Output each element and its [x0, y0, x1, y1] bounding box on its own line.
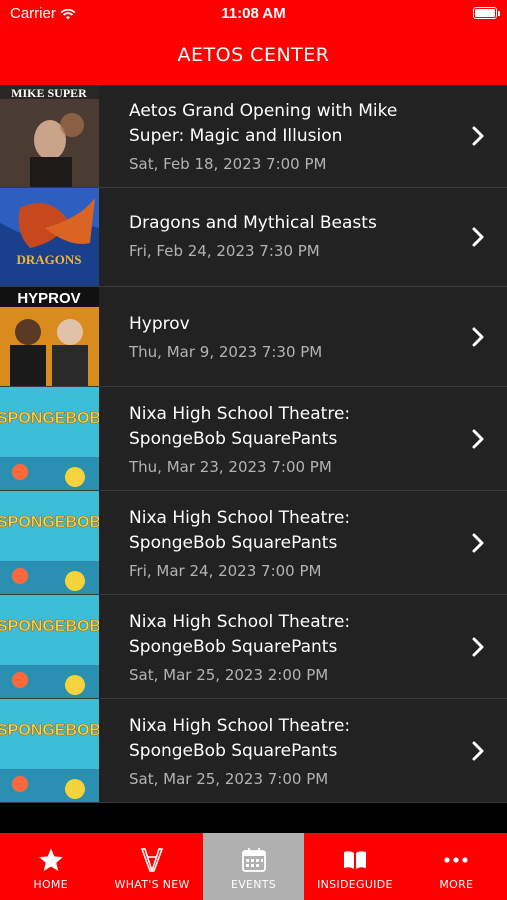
event-date: Sat, Feb 18, 2023 7:00 PM — [129, 155, 327, 173]
event-title: Aetos Grand Opening with Mike Super: Mag… — [129, 101, 398, 146]
page-title: AETOS CENTER — [177, 44, 330, 66]
star-icon — [38, 848, 63, 871]
tab-label: WHAT'S NEW — [114, 878, 190, 891]
event-thumbnail: SPONGEBOB — [0, 699, 99, 802]
logo-icon — [140, 848, 164, 872]
chevron-right-icon — [472, 126, 484, 146]
event-title: Hyprov — [129, 314, 190, 334]
battery-icon — [473, 7, 500, 19]
tab-home[interactable]: HOME — [0, 833, 101, 900]
event-thumbnail: DRAGONS — [0, 188, 99, 286]
event-title: Dragons and Mythical Beasts — [129, 213, 377, 233]
chevron-right-icon — [472, 227, 484, 247]
tab-whats-new[interactable]: WHAT'S NEW — [101, 833, 202, 900]
chevron-right-icon — [472, 741, 484, 760]
chevron-right-icon — [472, 429, 484, 448]
book-icon — [343, 851, 366, 869]
event-title: Nixa High School Theatre: SpongeBob Squa… — [129, 404, 351, 449]
tab-more[interactable]: MORE — [406, 833, 507, 900]
svg-text:SPONGEBOB: SPONGEBOB — [0, 618, 99, 635]
event-row[interactable]: HYPROV Hyprov Thu, Mar 9, 2023 7:30 PM — [0, 287, 507, 387]
more-dots-icon — [444, 857, 468, 863]
event-date: Fri, Mar 24, 2023 7:00 PM — [129, 562, 322, 580]
event-date: Sat, Mar 25, 2023 2:00 PM — [129, 666, 329, 684]
event-thumbnail: SPONGEBOB — [0, 595, 99, 698]
tab-label: INSIDEGUIDE — [317, 878, 393, 891]
event-thumbnail: MIKE SUPER — [0, 85, 99, 187]
event-row[interactable]: SPONGEBOB Nixa High School Theatre: Spon… — [0, 595, 507, 699]
svg-text:MIKE SUPER: MIKE SUPER — [11, 86, 87, 100]
svg-text:SPONGEBOB: SPONGEBOB — [0, 722, 99, 739]
event-title: Nixa High School Theatre: SpongeBob Squa… — [129, 508, 351, 553]
svg-text:DRAGONS: DRAGONS — [16, 252, 81, 267]
tab-insideguide[interactable]: INSIDEGUIDE — [304, 833, 405, 900]
event-date: Thu, Mar 23, 2023 7:00 PM — [129, 458, 332, 476]
clock: 11:08 AM — [221, 5, 286, 22]
event-row[interactable]: SPONGEBOB Nixa High School Theatre: Spon… — [0, 387, 507, 491]
chevron-right-icon — [472, 533, 484, 552]
svg-text:SPONGEBOB: SPONGEBOB — [0, 514, 99, 531]
tab-bar: HOME WHAT'S NEW EVENTS INSIDEGUIDE MORE — [0, 833, 507, 900]
chevron-right-icon — [472, 327, 484, 346]
event-list[interactable]: MIKE SUPER Aetos Grand Opening with Mike… — [0, 85, 507, 803]
tab-label: MORE — [439, 878, 474, 891]
event-title: Nixa High School Theatre: SpongeBob Squa… — [129, 716, 351, 761]
event-date: Fri, Feb 24, 2023 7:30 PM — [129, 242, 320, 260]
event-row[interactable]: SPONGEBOB Nixa High School Theatre: Spon… — [0, 491, 507, 595]
status-bar: Carrier 11:08 AM — [0, 0, 507, 30]
event-title: Nixa High School Theatre: SpongeBob Squa… — [129, 612, 351, 657]
calendar-icon — [241, 848, 266, 872]
event-thumbnail: SPONGEBOB — [0, 491, 99, 594]
tab-label: EVENTS — [230, 878, 277, 891]
svg-text:HYPROV: HYPROV — [17, 290, 80, 307]
event-date: Sat, Mar 25, 2023 7:00 PM — [129, 770, 329, 788]
event-row[interactable]: DRAGONS Dragons and Mythical Beasts Fri,… — [0, 188, 507, 287]
event-date: Thu, Mar 9, 2023 7:30 PM — [129, 343, 323, 361]
event-row[interactable]: MIKE SUPER Aetos Grand Opening with Mike… — [0, 85, 507, 188]
navigation-bar: AETOS CENTER — [0, 30, 507, 85]
event-thumbnail: HYPROV — [0, 287, 99, 386]
event-row[interactable]: SPONGEBOB Nixa High School Theatre: Spon… — [0, 699, 507, 803]
tab-label: HOME — [33, 878, 68, 891]
event-thumbnail: SPONGEBOB — [0, 387, 99, 490]
tab-events[interactable]: EVENTS — [202, 833, 305, 900]
chevron-right-icon — [472, 637, 484, 656]
svg-text:SPONGEBOB: SPONGEBOB — [0, 410, 99, 427]
